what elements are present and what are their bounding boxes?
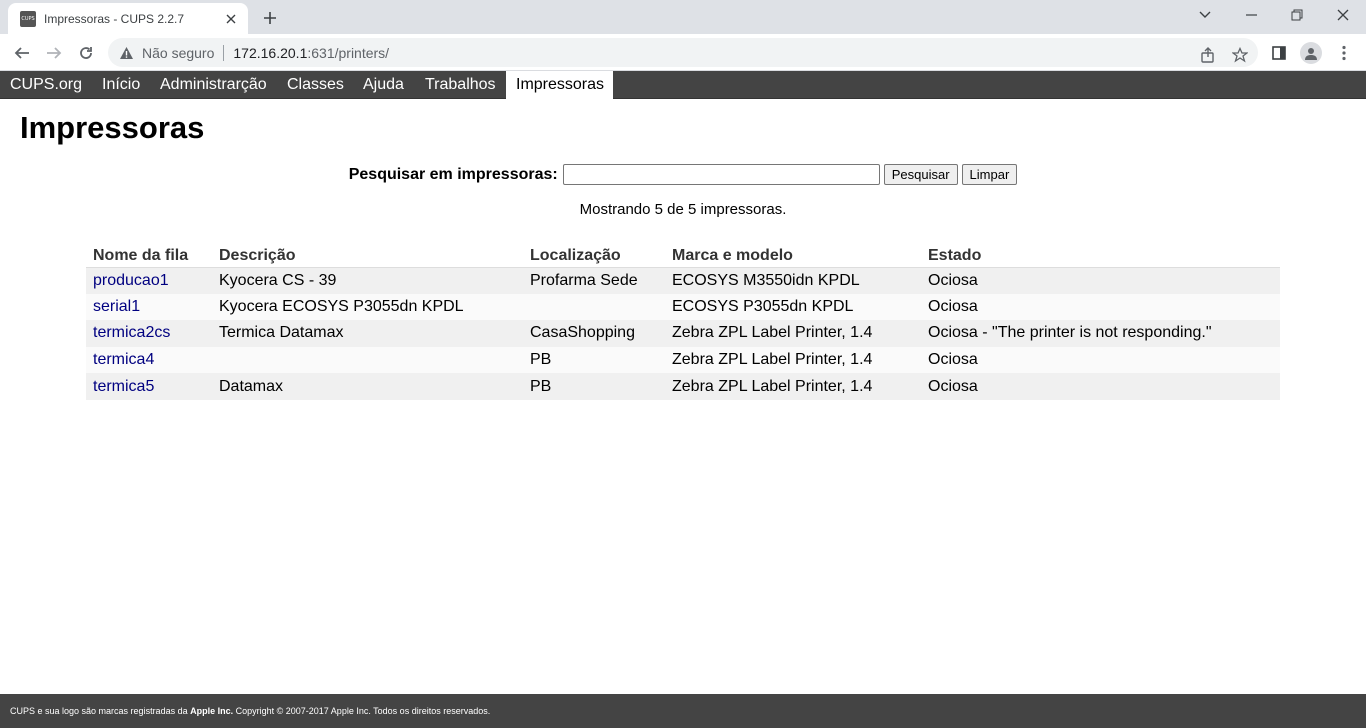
minimize-icon[interactable]	[1228, 0, 1274, 30]
queue-name-cell: producao1	[86, 267, 212, 294]
cups-nav-bar: CUPS.org Início Administrarção Classes A…	[0, 71, 1366, 99]
description-cell: Kyocera CS - 39	[212, 267, 523, 294]
nav-inicio[interactable]: Início	[92, 71, 150, 99]
url-path: :631/printers/	[307, 44, 390, 61]
location-cell: PB	[523, 346, 665, 374]
omnibox-divider	[223, 44, 225, 61]
share-icon[interactable]	[1198, 45, 1218, 65]
description-cell: Termica Datamax	[212, 320, 523, 347]
restore-icon[interactable]	[1274, 0, 1320, 30]
search-button[interactable]: Pesquisar	[883, 164, 958, 185]
forward-arrow-icon[interactable]	[40, 39, 68, 67]
location-cell: CasaShopping	[523, 320, 665, 347]
footer-company: Apple Inc.	[190, 706, 234, 716]
security-label[interactable]: Não seguro	[142, 45, 214, 61]
status-cell: Ociosa	[921, 346, 1280, 374]
nav-classes[interactable]: Classes	[277, 71, 354, 99]
new-tab-icon[interactable]	[258, 6, 282, 30]
make-model-cell: ECOSYS P3055dn KPDL	[665, 293, 921, 321]
close-tab-icon[interactable]	[222, 10, 240, 28]
queue-name-cell: termica4	[86, 346, 212, 374]
tab-search-icon[interactable]	[1182, 0, 1228, 30]
cups-favicon-icon: CUPS	[20, 10, 36, 27]
description-cell	[212, 346, 523, 374]
bookmark-star-icon[interactable]	[1230, 45, 1250, 65]
make-model-cell: Zebra ZPL Label Printer, 1.4	[665, 320, 921, 347]
avatar	[1300, 42, 1322, 64]
menu-kebab-icon[interactable]	[1330, 39, 1358, 67]
nav-impressoras[interactable]: Impressoras	[506, 71, 613, 99]
footer-text-after: Copyright © 2007-2017 Apple Inc. Todos o…	[233, 706, 491, 716]
make-model-cell: ECOSYS M3550idn KPDL	[665, 267, 921, 294]
nav-ajuda[interactable]: Ajuda	[353, 71, 414, 99]
page-footer: CUPS e sua logo são marcas registradas d…	[0, 694, 1366, 728]
status-cell: Ociosa	[921, 293, 1280, 321]
page-title: Impressoras	[20, 110, 205, 145]
queue-name-cell: serial1	[86, 293, 212, 321]
table-row: termica4 PB Zebra ZPL Label Printer, 1.4…	[86, 346, 1280, 374]
search-input[interactable]	[562, 164, 880, 185]
description-cell: Datamax	[212, 373, 523, 400]
side-panel-icon[interactable]	[1265, 39, 1293, 67]
profile-avatar-icon[interactable]	[1297, 39, 1325, 67]
queue-name-cell: termica5	[86, 373, 212, 400]
search-label: Pesquisar em impressoras:	[348, 165, 558, 183]
header-make-model: Marca e modelo	[665, 245, 921, 268]
printer-link[interactable]: serial1	[93, 298, 140, 315]
address-bar[interactable]: Não seguro 172.16.20.1:631/printers/	[108, 38, 1258, 67]
footer-text-before: CUPS e sua logo são marcas registradas d…	[10, 706, 191, 716]
search-form: Pesquisar em impressoras: Pesquisar Limp…	[0, 163, 1366, 186]
printer-link[interactable]: termica2cs	[93, 324, 170, 341]
status-cell: Ociosa - "The printer is not responding.…	[921, 320, 1280, 347]
printer-link[interactable]: producao1	[93, 272, 169, 289]
close-window-icon[interactable]	[1320, 0, 1366, 30]
header-queue-name: Nome da fila	[86, 245, 212, 268]
nav-cups-org[interactable]: CUPS.org	[0, 71, 92, 99]
header-description: Descrição	[212, 245, 523, 268]
clear-button[interactable]: Limpar	[961, 164, 1018, 185]
header-status: Estado	[921, 245, 1280, 268]
tab-title: Impressoras - CUPS 2.2.7	[44, 11, 185, 26]
printers-table: Nome da fila Descrição Localização Marca…	[86, 245, 1280, 400]
back-arrow-icon[interactable]	[8, 39, 36, 67]
status-cell: Ociosa	[921, 267, 1280, 294]
table-row: producao1 Kyocera CS - 39 Profarma Sede …	[86, 267, 1280, 294]
location-cell	[523, 293, 665, 321]
printer-link[interactable]: termica5	[93, 378, 154, 395]
header-location: Localização	[523, 245, 665, 268]
nav-administracao[interactable]: Administrarção	[150, 71, 277, 99]
table-row: serial1 Kyocera ECOSYS P3055dn KPDL ECOS…	[86, 293, 1280, 321]
url-text[interactable]: 172.16.20.1:631/printers/	[233, 45, 389, 61]
queue-name-cell: termica2cs	[86, 320, 212, 347]
location-cell: PB	[523, 373, 665, 400]
results-count: Mostrando 5 de 5 impressoras.	[579, 201, 787, 218]
location-cell: Profarma Sede	[523, 267, 665, 294]
description-cell: Kyocera ECOSYS P3055dn KPDL	[212, 293, 523, 321]
table-row: termica5 Datamax PB Zebra ZPL Label Prin…	[86, 373, 1280, 400]
reload-icon[interactable]	[72, 39, 100, 67]
make-model-cell: Zebra ZPL Label Printer, 1.4	[665, 373, 921, 400]
printer-link[interactable]: termica4	[93, 351, 154, 368]
status-cell: Ociosa	[921, 373, 1280, 400]
browser-toolbar: Não seguro 172.16.20.1:631/printers/	[0, 34, 1366, 71]
nav-trabalhos[interactable]: Trabalhos	[415, 71, 506, 99]
url-host: 172.16.20.1	[233, 44, 308, 61]
make-model-cell: Zebra ZPL Label Printer, 1.4	[665, 346, 921, 374]
browser-tabstrip: CUPS Impressoras - CUPS 2.2.7	[0, 0, 1366, 34]
warning-icon[interactable]	[118, 45, 134, 61]
table-header-row: Nome da fila Descrição Localização Marca…	[86, 245, 1280, 268]
table-row: termica2cs Termica Datamax CasaShopping …	[86, 320, 1280, 347]
browser-tab[interactable]: CUPS Impressoras - CUPS 2.2.7	[8, 3, 248, 34]
